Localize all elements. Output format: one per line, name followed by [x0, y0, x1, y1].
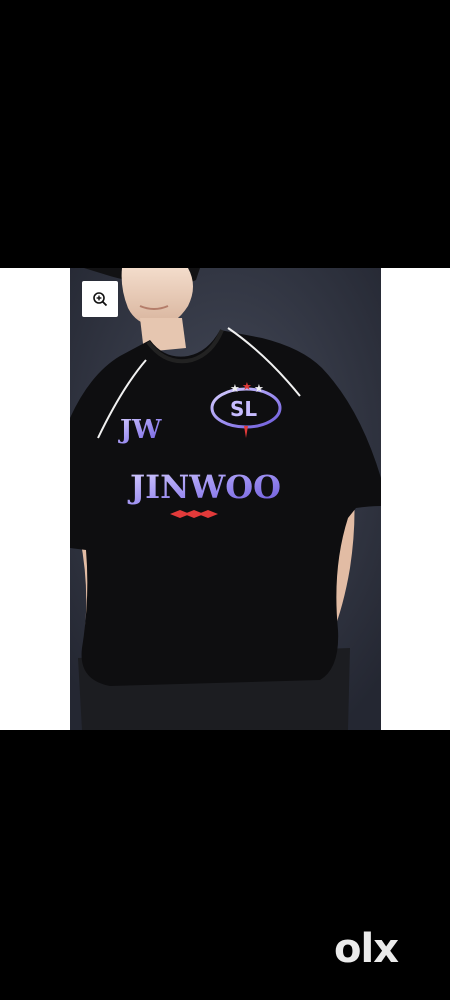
watermark-text: olx: [334, 926, 399, 972]
top-letterbox: [0, 0, 450, 268]
svg-text:★: ★: [230, 382, 240, 395]
chest-monogram: JW: [118, 415, 162, 445]
image-viewer: JW SL ★ ★ ★ JINWOO: [0, 268, 450, 730]
shirt: [70, 330, 381, 686]
zoom-button[interactable]: [82, 281, 118, 317]
olx-watermark: olx: [334, 925, 416, 973]
red-marks: [170, 510, 218, 518]
product-photo: JW SL ★ ★ ★ JINWOO: [70, 268, 381, 730]
zoom-in-icon: [92, 291, 108, 307]
svg-text:★: ★: [254, 382, 264, 395]
main-print-text: JINWOO: [127, 468, 281, 506]
badge-text: SL: [230, 397, 257, 421]
svg-text:★: ★: [242, 380, 252, 393]
